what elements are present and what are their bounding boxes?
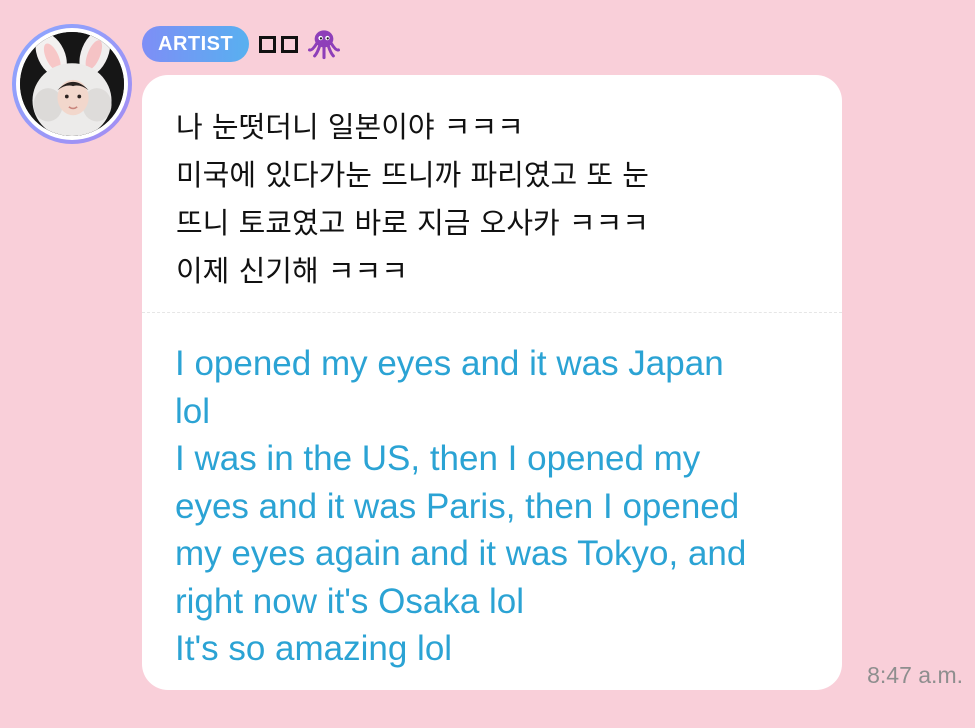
avatar-image — [20, 32, 124, 136]
square-icon — [281, 35, 299, 53]
avatar-photo — [20, 32, 124, 136]
message-translation-text: I opened my eyes and it was Japan lol I … — [175, 344, 747, 668]
sender-name[interactable] — [259, 27, 341, 61]
translation-divider — [142, 312, 842, 313]
octopus-emoji-icon — [308, 30, 341, 60]
message-header: ARTIST — [142, 26, 341, 62]
message-original-text: 나 눈떳더니 일본이야 ㅋㅋㅋ 미국에 있다가눈 뜨니까 파리였고 또 눈 뜨니… — [176, 110, 649, 288]
message-bubble[interactable]: 나 눈떳더니 일본이야 ㅋㅋㅋ 미국에 있다가눈 뜨니까 파리였고 또 눈 뜨니… — [142, 75, 842, 690]
artist-badge: ARTIST — [142, 26, 250, 62]
avatar[interactable] — [12, 24, 132, 144]
square-icon — [259, 35, 277, 53]
message-timestamp: 8:47 a.m. — [867, 662, 963, 688]
